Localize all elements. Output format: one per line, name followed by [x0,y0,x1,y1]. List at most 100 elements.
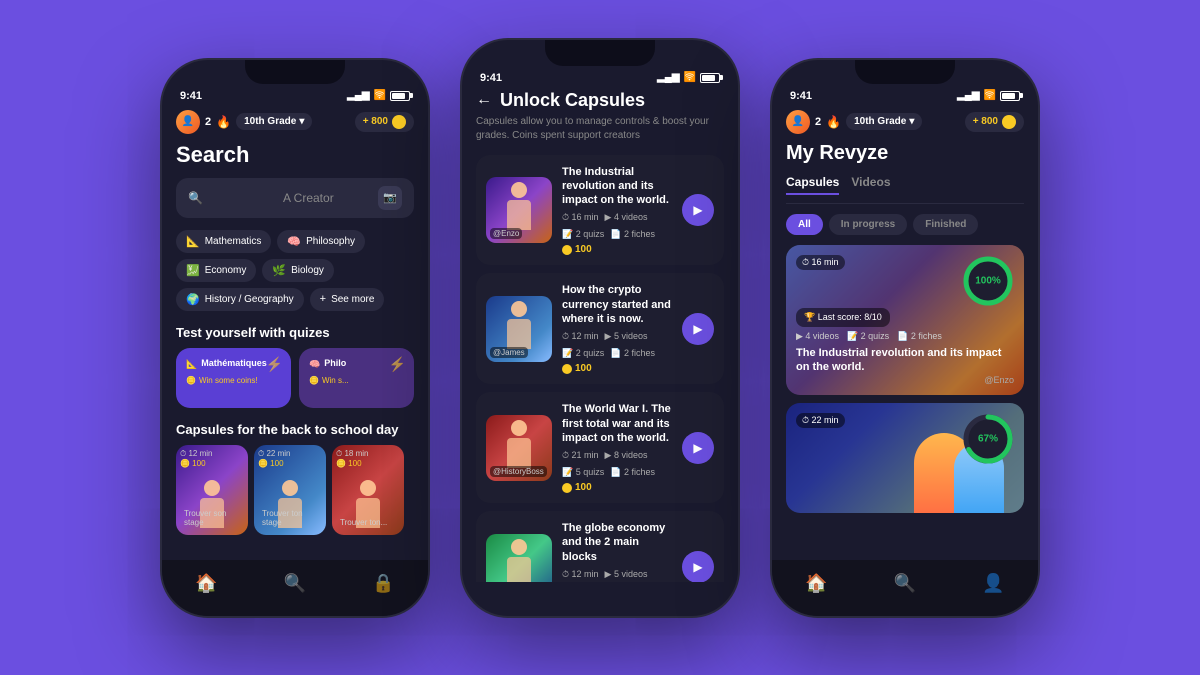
play-button[interactable]: ▶ [682,432,714,464]
capsule-thumb-4: @Guigui [486,534,552,582]
time-meta: ⏱ 12 min [562,569,599,580]
time-meta: ⏱ 16 min [562,212,599,223]
profile-nav-icon[interactable]: 👤 [982,573,1004,594]
capsule-title: The globe economy and the 2 main blocks [562,521,672,564]
play-button[interactable]: ▶ [682,194,714,226]
tag-biology[interactable]: 🌿 Biology [262,259,334,282]
creator-tag: @HistoryBoss [490,466,547,477]
tab-videos[interactable]: Videos [851,175,890,195]
time-meta: ⏱ 12 min [562,331,599,342]
header-row: 👤 2 🔥 10th Grade ▾ + 800 [786,110,1024,134]
capsule-card-2[interactable]: ⏱ 22 min 🪙 100 Trouver ton stage [254,445,326,535]
home-nav-icon[interactable]: 🏠 [195,573,217,594]
home-nav-icon[interactable]: 🏠 [805,573,827,594]
fire-icon: 🔥 [826,115,841,129]
battery-icon [390,91,410,101]
tag-label: Economy [205,265,247,276]
search-bar[interactable]: 🔍 A Creator 📷 [176,178,414,218]
search-nav-icon[interactable]: 🔍 [894,573,916,594]
capsule-item-2[interactable]: @James How the crypto currency started a… [476,273,724,384]
play-button[interactable]: ▶ [682,551,714,582]
search-icon: 🔍 [188,191,275,205]
grade-badge[interactable]: 10th Grade ▾ [236,113,312,130]
capsule-coins: 🪙 100 [258,459,322,468]
progress-card-2[interactable]: ⏱ 22 min 67% [786,403,1024,513]
tag-label: Mathematics [205,236,262,247]
tag-label: Biology [291,265,324,276]
capsule-cost: 100 [562,244,672,255]
quiz-section-title: Test yourself with quizes [176,325,414,340]
time-meta: ⏱ 21 min [562,450,599,461]
capsule-thumb-3: @HistoryBoss [486,415,552,481]
capsule-cost: 100 [562,482,672,493]
quiz-card-philo[interactable]: ⚡ 🧠 Philo 🪙 Win s... [299,348,414,408]
streak-count: 2 [815,116,821,128]
coin-icon [562,483,572,493]
creator-tag: @Enzo [490,228,522,239]
back-button[interactable]: ← [476,91,492,109]
camera-icon[interactable]: 📷 [378,186,402,210]
coins-amount: + 800 [973,116,998,127]
progress-card-1[interactable]: ⏱ 16 min 100% 🏆 Last score: 8/10 [786,245,1024,395]
progress-percent: 100% [975,275,1001,286]
fiches-meta: 📄 2 fiches [610,348,655,359]
signal-icon: ▂▄▆ [657,72,679,83]
quizzes-meta: 📝 2 quizs [562,348,604,359]
card-title: The Industrial revolution and its impact… [796,346,1014,375]
lock-nav-icon[interactable]: 🔒 [372,573,394,594]
tag-history[interactable]: 🌍 History / Geography [176,288,304,311]
chevron-down-icon: ▾ [909,116,914,127]
capsule-item-1[interactable]: @Enzo The Industrial revolution and its … [476,155,724,266]
grade-label: 10th Grade [854,116,906,127]
tag-economy[interactable]: 💹 Economy [176,259,256,282]
quizzes-meta: 📝 2 quizs [562,229,604,240]
coin-icon-small: 🪙 [309,376,319,385]
eco-icon: 💹 [186,264,200,277]
capsule-title: How the crypto currency started and wher… [562,283,672,326]
coin-icon-small: 🪙 [186,376,196,385]
fire-icon: 🔥 [216,115,231,129]
fiches-meta: 📄 2 fiches [610,467,655,478]
capsule-item-3[interactable]: @HistoryBoss The World War I. The first … [476,392,724,503]
capsule-title: The Industrial revolution and its impact… [562,165,672,208]
score-badge: 🏆 Last score: 8/10 [796,308,890,327]
capsule-cost: 100 [562,363,672,374]
capsule-list: @Enzo The Industrial revolution and its … [476,155,724,582]
search-nav-icon[interactable]: 🔍 [284,573,306,594]
filter-all[interactable]: All [786,214,823,235]
videos-meta: ▶ 4 videos [605,212,648,223]
tag-more[interactable]: + See more [310,288,385,311]
quiz-card-math[interactable]: ⚡ 📐 Mathématiques 🪙 Win some coins! [176,348,291,408]
quiz-card-title: Mathématiques [201,358,267,368]
tag-mathematics[interactable]: 📐 Mathematics [176,230,271,253]
filter-finished[interactable]: Finished [913,214,978,235]
bio-icon: 🌿 [272,264,286,277]
filter-row: All In progress Finished [786,214,1024,235]
tag-label: History / Geography [205,294,294,305]
videos-meta: ▶ 5 videos [605,569,648,580]
search-placeholder: A Creator [283,191,370,205]
capsule-time: ⏱ 12 min [180,449,244,459]
capsule-card-3[interactable]: ⏱ 18 min 🪙 100 Trouver ton... [332,445,404,535]
capsule-card-1[interactable]: ⏱ 12 min 🪙 100 Trouver son stage [176,445,248,535]
play-button[interactable]: ▶ [682,313,714,345]
capsule-coins: 🪙 100 [336,459,400,468]
capsule-item-info: The globe economy and the 2 main blocks … [562,521,672,581]
wifi-icon: 🛜 [684,72,696,83]
card-meta: ▶ 4 videos 📝 2 quizs 📄 2 fiches [796,331,1014,342]
left-phone: 9:41 ▂▄▆ 🛜 👤 2 🔥 10th Grade ▾ + 800 [160,58,430,618]
capsule-item-4[interactable]: @Guigui The globe economy and the 2 main… [476,511,724,581]
card-content-2: ⏱ 22 min 67% [786,403,1024,513]
tab-capsules[interactable]: Capsules [786,175,839,195]
capsule-duration: ⏱ 16 min [796,255,845,270]
fiches-meta: 📄 2 fiches [610,229,655,240]
page-subtitle: Capsules allow you to manage controls & … [476,115,724,143]
streak-count: 2 [205,116,211,128]
bottom-nav: 🏠 🔍 🔒 [162,560,428,616]
filter-in-progress[interactable]: In progress [829,214,907,235]
tag-philosophy[interactable]: 🧠 Philosophy [277,230,365,253]
plus-icon: + [320,293,326,305]
grade-label: 10th Grade [244,116,296,127]
chevron-down-icon: ▾ [299,116,304,127]
grade-badge[interactable]: 10th Grade ▾ [846,113,922,130]
